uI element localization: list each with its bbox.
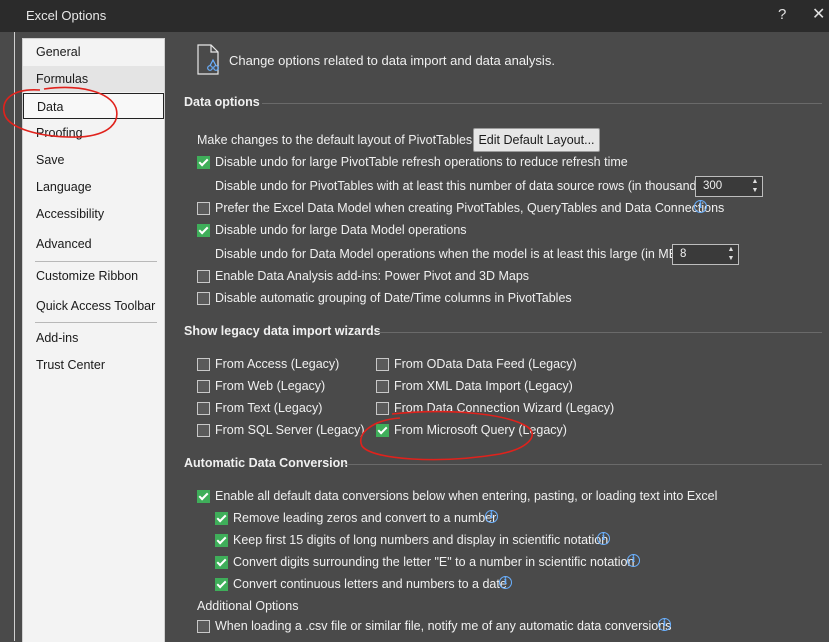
legacy-microsoft-query-label: From Microsoft Query (Legacy) — [394, 423, 567, 437]
legacy-web-label: From Web (Legacy) — [215, 379, 326, 393]
keep-15-digits-label: Keep first 15 digits of long numbers and… — [233, 533, 609, 547]
enable-all-conversions-checkbox[interactable] — [197, 490, 210, 503]
spinner-value: 300 — [703, 180, 723, 192]
sidebar-item-label: Proofing — [36, 126, 83, 140]
keep-15-digits-checkbox[interactable] — [215, 534, 228, 547]
legacy-connection-wizard-checkbox[interactable] — [376, 402, 389, 415]
data-document-icon — [197, 44, 219, 75]
sidebar-item-accessibility[interactable]: Accessibility — [23, 201, 164, 227]
sidebar-item-trust-center[interactable]: Trust Center — [23, 352, 164, 378]
spin-up-icon[interactable]: ▲ — [750, 178, 760, 186]
legacy-microsoft-query-checkbox[interactable] — [376, 424, 389, 437]
legacy-odata-label: From OData Data Feed (Legacy) — [394, 357, 577, 371]
info-icon[interactable]: i — [694, 200, 707, 213]
prefer-data-model-label: Prefer the Excel Data Model when creatin… — [215, 201, 725, 215]
window-title: Excel Options — [26, 8, 107, 23]
section-title-data-options: Data options — [184, 95, 260, 109]
sidebar-item-data[interactable]: Data — [23, 93, 164, 119]
close-button[interactable]: ✕ — [812, 4, 825, 24]
legacy-text-checkbox[interactable] — [197, 402, 210, 415]
info-icon[interactable]: i — [658, 618, 671, 631]
sidebar-item-label: Customize Ribbon — [36, 269, 139, 283]
legacy-odata-checkbox[interactable] — [376, 358, 389, 371]
spin-down-icon[interactable]: ▼ — [726, 255, 736, 263]
convert-e-notation-checkbox[interactable] — [215, 556, 228, 569]
legacy-xml-label: From XML Data Import (Legacy) — [394, 379, 573, 393]
section-title-conversion: Automatic Data Conversion — [184, 456, 348, 470]
sidebar-item-label: General — [36, 45, 81, 59]
legacy-text-label: From Text (Legacy) — [215, 401, 323, 415]
sidebar-item-advanced[interactable]: Advanced — [23, 231, 164, 257]
sidebar-item-quick-access-toolbar[interactable]: Quick Access Toolbar — [23, 293, 164, 319]
undo-pivot-rows-spinner[interactable]: 300 ▲ ▼ — [695, 176, 763, 197]
disable-undo-pivot-checkbox[interactable] — [197, 156, 210, 169]
legacy-connection-wizard-label: From Data Connection Wizard (Legacy) — [394, 401, 615, 415]
disable-undo-model-checkbox[interactable] — [197, 224, 210, 237]
sidebar-item-add-ins[interactable]: Add-ins — [23, 325, 164, 351]
remove-leading-zeros-label: Remove leading zeros and convert to a nu… — [233, 511, 497, 525]
info-icon[interactable]: i — [627, 554, 640, 567]
section-divider — [343, 464, 822, 465]
info-icon[interactable]: i — [485, 510, 498, 523]
default-layout-label: Make changes to the default layout of Pi… — [197, 133, 476, 147]
convert-to-date-label: Convert continuous letters and numbers t… — [233, 577, 507, 591]
sidebar-separator — [35, 261, 157, 262]
spin-up-icon[interactable]: ▲ — [726, 246, 736, 254]
csv-notify-checkbox[interactable] — [197, 620, 210, 633]
section-title-legacy: Show legacy data import wizards — [184, 324, 381, 338]
page-description: Change options related to data import an… — [229, 53, 555, 68]
undo-pivot-rows-label: Disable undo for PivotTables with at lea… — [215, 179, 711, 193]
legacy-xml-checkbox[interactable] — [376, 380, 389, 393]
spinner-value: 8 — [680, 248, 687, 260]
sidebar-item-general[interactable]: General — [23, 39, 164, 65]
sidebar-item-label: Advanced — [36, 237, 92, 251]
undo-model-size-label: Disable undo for Data Model operations w… — [215, 247, 685, 261]
sidebar-item-label: Quick Access Toolbar — [36, 299, 156, 313]
window-left-border — [14, 32, 15, 641]
sidebar-item-label: Data — [37, 100, 64, 114]
info-icon[interactable]: i — [499, 576, 512, 589]
sidebar-item-save[interactable]: Save — [23, 147, 164, 173]
sidebar-item-formulas[interactable]: Formulas — [23, 66, 164, 92]
sidebar-item-label: Formulas — [36, 72, 89, 86]
disable-grouping-label: Disable automatic grouping of Date/Time … — [215, 291, 572, 305]
legacy-web-checkbox[interactable] — [197, 380, 210, 393]
sidebar-item-proofing[interactable]: Proofing — [23, 120, 164, 146]
remove-leading-zeros-checkbox[interactable] — [215, 512, 228, 525]
help-button[interactable]: ? — [778, 6, 786, 23]
convert-e-notation-label: Convert digits surrounding the letter "E… — [233, 555, 635, 569]
title-bar: Excel Options ? ✕ — [0, 0, 829, 32]
section-divider — [262, 103, 822, 104]
convert-to-date-checkbox[interactable] — [215, 578, 228, 591]
sidebar-item-label: Save — [36, 153, 65, 167]
disable-undo-pivot-label: Disable undo for large PivotTable refres… — [215, 155, 628, 169]
edit-default-layout-button[interactable]: Edit Default Layout... — [473, 128, 600, 152]
enable-addins-checkbox[interactable] — [197, 270, 210, 283]
legacy-sql-label: From SQL Server (Legacy) — [215, 423, 365, 437]
legacy-access-label: From Access (Legacy) — [215, 357, 340, 371]
undo-model-size-spinner[interactable]: 8 ▲ ▼ — [672, 244, 739, 265]
sidebar-item-label: Add-ins — [36, 331, 79, 345]
additional-options-title: Additional Options — [197, 599, 299, 613]
disable-undo-model-label: Disable undo for large Data Model operat… — [215, 223, 467, 237]
prefer-data-model-checkbox[interactable] — [197, 202, 210, 215]
enable-addins-label: Enable Data Analysis add-ins: Power Pivo… — [215, 269, 530, 283]
spin-down-icon[interactable]: ▼ — [750, 187, 760, 195]
sidebar-item-label: Accessibility — [36, 207, 105, 221]
enable-all-conversions-label: Enable all default data conversions belo… — [215, 489, 718, 503]
sidebar-item-customize-ribbon[interactable]: Customize Ribbon — [23, 263, 164, 289]
legacy-access-checkbox[interactable] — [197, 358, 210, 371]
sidebar: General Formulas Data Proofing Save Lang… — [22, 38, 165, 642]
info-icon[interactable]: i — [597, 532, 610, 545]
sidebar-separator — [35, 322, 157, 323]
sidebar-item-label: Language — [36, 180, 92, 194]
section-divider — [374, 332, 822, 333]
sidebar-item-label: Trust Center — [36, 358, 106, 372]
disable-grouping-checkbox[interactable] — [197, 292, 210, 305]
sidebar-item-language[interactable]: Language — [23, 174, 164, 200]
csv-notify-label: When loading a .csv file or similar file… — [215, 619, 672, 633]
legacy-sql-checkbox[interactable] — [197, 424, 210, 437]
